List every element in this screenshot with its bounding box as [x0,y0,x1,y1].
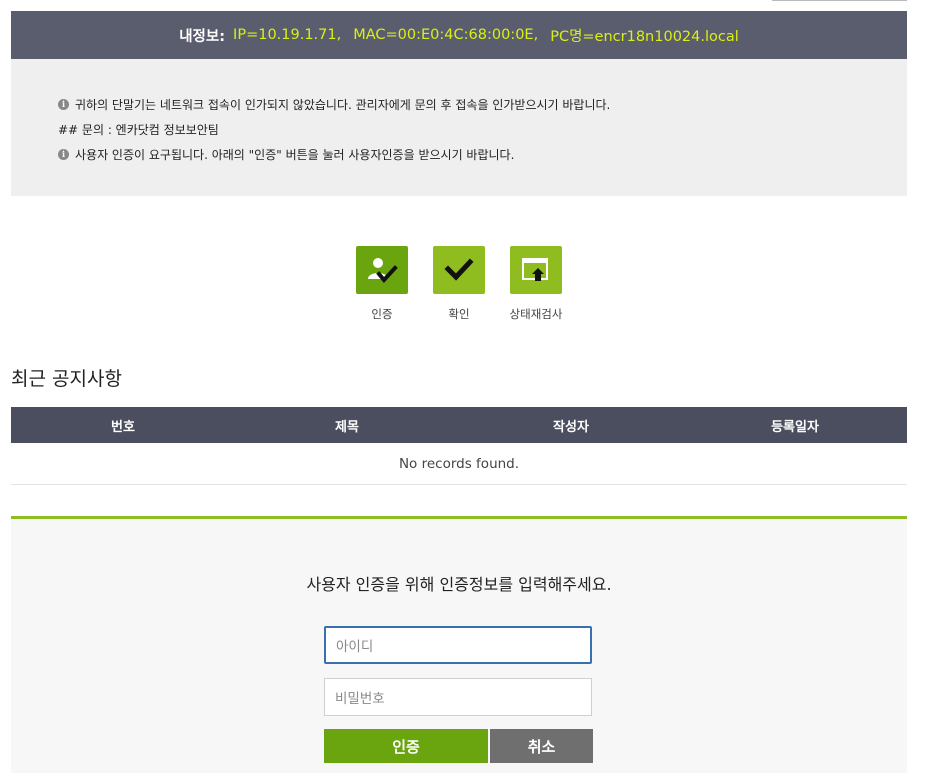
notices-table-header: 번호 제목 작성자 등록일자 [11,407,907,443]
authenticate-action-label: 인증 [371,307,393,321]
ip-address: IP=10.19.1.71, [233,27,342,43]
login-prompt: 사용자 인증을 위해 인증정보를 입력해주세요. [306,575,612,594]
notice-text: ## 문의 : 엔카닷컴 정보보안팀 [58,123,219,137]
top-right-divider [772,0,907,1]
mac-address: MAC=00:E0:4C:68:00:0E, [353,27,539,43]
notice-box: i 귀하의 단말기는 네트워크 접속이 인가되지 않았습니다. 관리자에게 문의… [11,59,907,196]
pc-name: PC명=encr18n10024.local [550,28,739,45]
password-input[interactable]: 비밀번호 [324,678,592,716]
recheck-status-action-button[interactable] [510,246,562,294]
window-upload-icon [522,258,548,281]
my-info-bar: 내정보: IP=10.19.1.71, MAC=00:E0:4C:68:00:0… [11,11,907,59]
password-placeholder: 비밀번호 [335,691,385,707]
user-id-placeholder: 아이디 [336,639,374,655]
user-id-input[interactable]: 아이디 [324,626,592,664]
authenticate-action-button[interactable] [356,246,408,294]
notice-line-unauthorized: i 귀하의 단말기는 네트워크 접속이 인가되지 않았습니다. 관리자에게 문의… [58,96,610,113]
notice-text: 귀하의 단말기는 네트워크 접속이 인가되지 않았습니다. 관리자에게 문의 후… [75,98,611,112]
notice-line-contact: ## 문의 : 엔카닷컴 정보보안팀 [58,121,219,138]
login-submit-button[interactable]: 인증 [324,729,488,763]
column-header-date: 등록일자 [771,419,819,435]
login-cancel-button[interactable]: 취소 [490,729,593,763]
confirm-action-button[interactable] [433,246,485,294]
recheck-status-action-label: 상태재검사 [509,307,563,321]
check-icon [444,258,474,281]
column-header-number: 번호 [111,419,135,435]
column-header-title: 제목 [335,419,359,435]
notices-table-empty-message: No records found. [11,444,907,485]
notice-line-auth-required: i 사용자 인증이 요구됩니다. 아래의 "인증" 버튼을 눌러 사용자인증을 … [58,146,514,163]
info-icon: i [58,99,69,110]
confirm-action-label: 확인 [448,307,470,321]
user-check-icon [368,258,398,284]
info-icon: i [58,149,69,160]
recent-notices-title: 최근 공지사항 [11,368,122,390]
notice-text: 사용자 인증이 요구됩니다. 아래의 "인증" 버튼을 눌러 사용자인증을 받으… [75,148,515,162]
column-header-author: 작성자 [553,419,589,435]
login-panel: 사용자 인증을 위해 인증정보를 입력해주세요. 아이디 비밀번호 인증 취소 [11,516,907,773]
my-info-label: 내정보: [179,28,226,45]
